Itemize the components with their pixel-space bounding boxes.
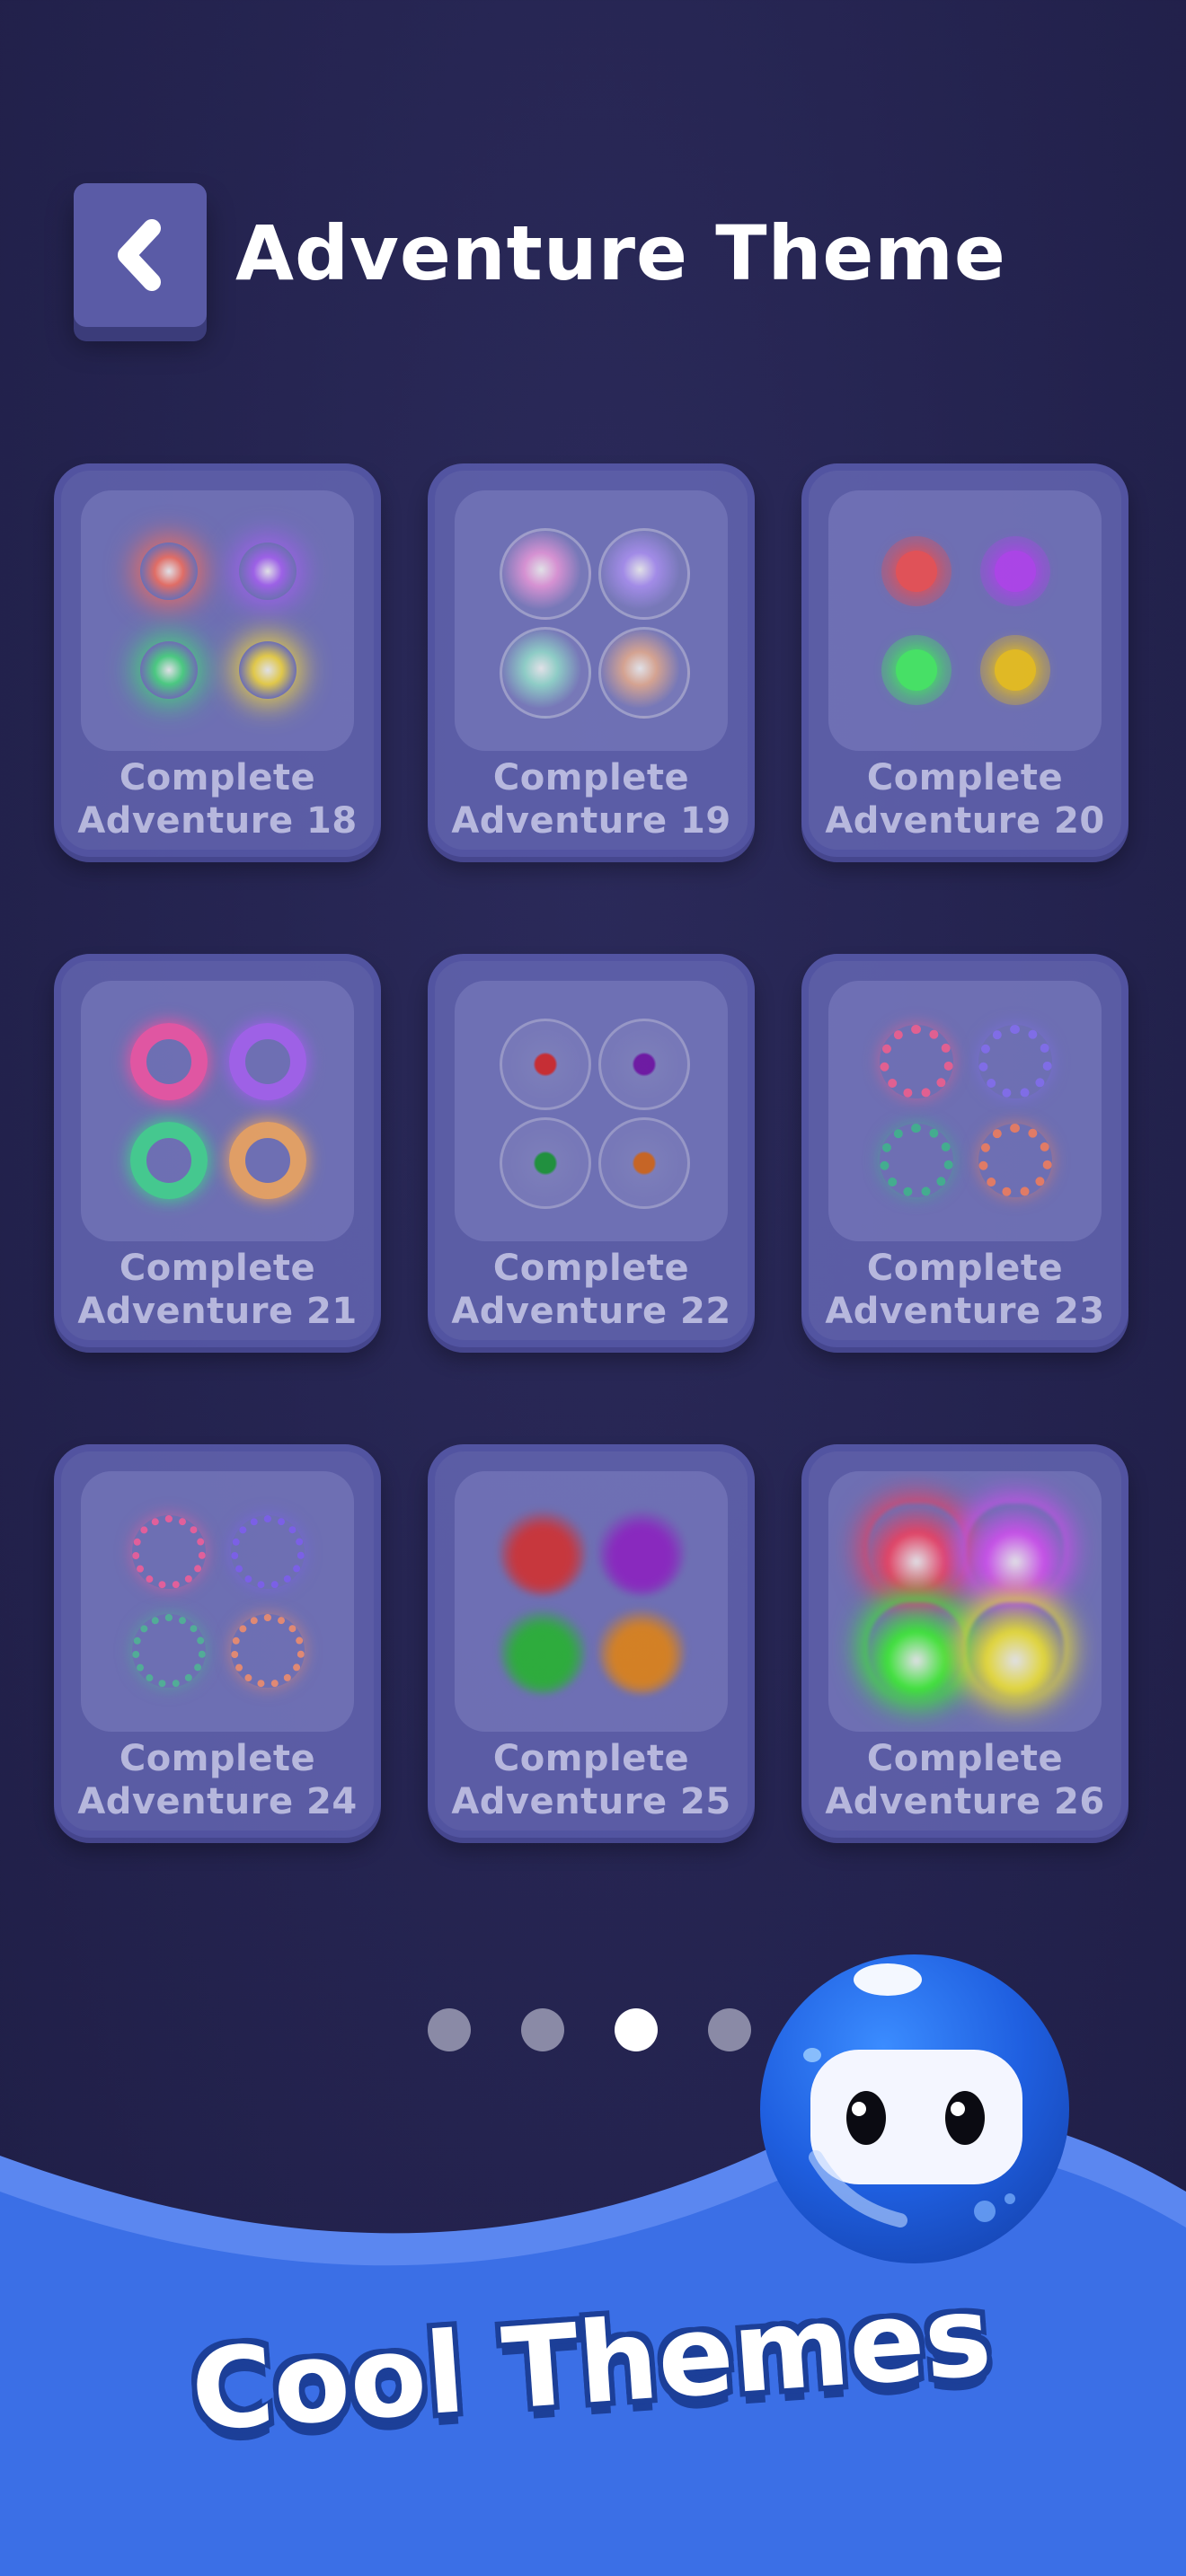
theme-orb-icon — [130, 1122, 208, 1199]
theme-orb-icon — [239, 543, 296, 600]
theme-orb-icon — [132, 1614, 206, 1688]
theme-orb-icon — [598, 528, 690, 620]
theme-orb-icon — [500, 1117, 591, 1209]
theme-card[interactable]: Complete Adventure 19 — [428, 463, 755, 857]
theme-orb-icon — [995, 649, 1036, 691]
theme-preview — [455, 981, 728, 1241]
theme-card-label: Complete Adventure 20 — [825, 757, 1105, 842]
theme-orb-icon — [967, 1504, 1064, 1601]
theme-card[interactable]: Complete Adventure 22 — [428, 954, 755, 1347]
theme-orb-icon — [868, 1602, 965, 1699]
theme-orb-icon — [140, 641, 198, 699]
theme-preview — [828, 981, 1102, 1241]
theme-orb-icon — [598, 1608, 685, 1694]
page-title: Adventure Theme — [235, 209, 1006, 297]
theme-card[interactable]: Complete Adventure 23 — [801, 954, 1128, 1347]
theme-orb-icon — [598, 1019, 690, 1110]
theme-orb-icon — [229, 1023, 306, 1100]
theme-orb-icon — [500, 1509, 586, 1595]
theme-orb-icon — [500, 528, 591, 620]
theme-orb-icon — [598, 1509, 685, 1595]
header: Adventure Theme — [0, 0, 1186, 359]
theme-preview — [455, 490, 728, 751]
theme-orb-icon — [229, 1122, 306, 1199]
theme-orb-icon — [140, 543, 198, 600]
theme-orb-icon — [978, 1025, 1052, 1098]
theme-card[interactable]: Complete Adventure 21 — [54, 954, 381, 1347]
theme-preview — [81, 490, 354, 751]
theme-card-label: Complete Adventure 21 — [77, 1248, 358, 1332]
theme-preview — [828, 1471, 1102, 1732]
theme-card[interactable]: Complete Adventure 26 — [801, 1444, 1128, 1838]
theme-preview — [455, 1471, 728, 1732]
theme-orb-icon — [132, 1515, 206, 1589]
pagination — [428, 2008, 760, 2051]
theme-card-label: Complete Adventure 19 — [451, 757, 731, 842]
theme-card[interactable]: Complete Adventure 18 — [54, 463, 381, 857]
page-dot[interactable] — [615, 2008, 658, 2051]
theme-orb-icon — [500, 1019, 591, 1110]
theme-card-label: Complete Adventure 26 — [825, 1738, 1105, 1822]
back-button[interactable] — [74, 183, 207, 327]
theme-orb-icon — [896, 649, 937, 691]
theme-orb-icon — [880, 1025, 953, 1098]
page-dot[interactable] — [521, 2008, 564, 2051]
theme-orb-icon — [130, 1023, 208, 1100]
theme-card-label: Complete Adventure 24 — [77, 1738, 358, 1822]
theme-preview — [81, 1471, 354, 1732]
theme-preview — [81, 981, 354, 1241]
theme-orb-icon — [598, 627, 690, 719]
theme-card[interactable]: Complete Adventure 24 — [54, 1444, 381, 1838]
theme-card-label: Complete Adventure 25 — [451, 1738, 731, 1822]
page-dot[interactable] — [708, 2008, 751, 2051]
theme-orb-icon — [231, 1614, 305, 1688]
theme-card-label: Complete Adventure 18 — [77, 757, 358, 842]
theme-card-label: Complete Adventure 22 — [451, 1248, 731, 1332]
theme-orb-icon — [500, 1608, 586, 1694]
theme-orb-icon — [880, 1124, 953, 1197]
theme-orb-icon — [598, 1117, 690, 1209]
theme-card[interactable]: Complete Adventure 25 — [428, 1444, 755, 1838]
theme-card-label: Complete Adventure 23 — [825, 1248, 1105, 1332]
mascot-icon — [757, 1951, 1073, 2267]
theme-orb-icon — [896, 551, 937, 592]
theme-orb-icon — [995, 551, 1036, 592]
chevron-left-icon — [118, 219, 161, 291]
theme-orb-icon — [239, 641, 296, 699]
theme-orb-icon — [868, 1504, 965, 1601]
theme-orb-icon — [978, 1124, 1052, 1197]
theme-preview — [828, 490, 1102, 751]
theme-orb-icon — [231, 1515, 305, 1589]
theme-orb-icon — [967, 1602, 1064, 1699]
theme-card[interactable]: Complete Adventure 20 — [801, 463, 1128, 857]
page-dot[interactable] — [428, 2008, 471, 2051]
theme-orb-icon — [500, 627, 591, 719]
